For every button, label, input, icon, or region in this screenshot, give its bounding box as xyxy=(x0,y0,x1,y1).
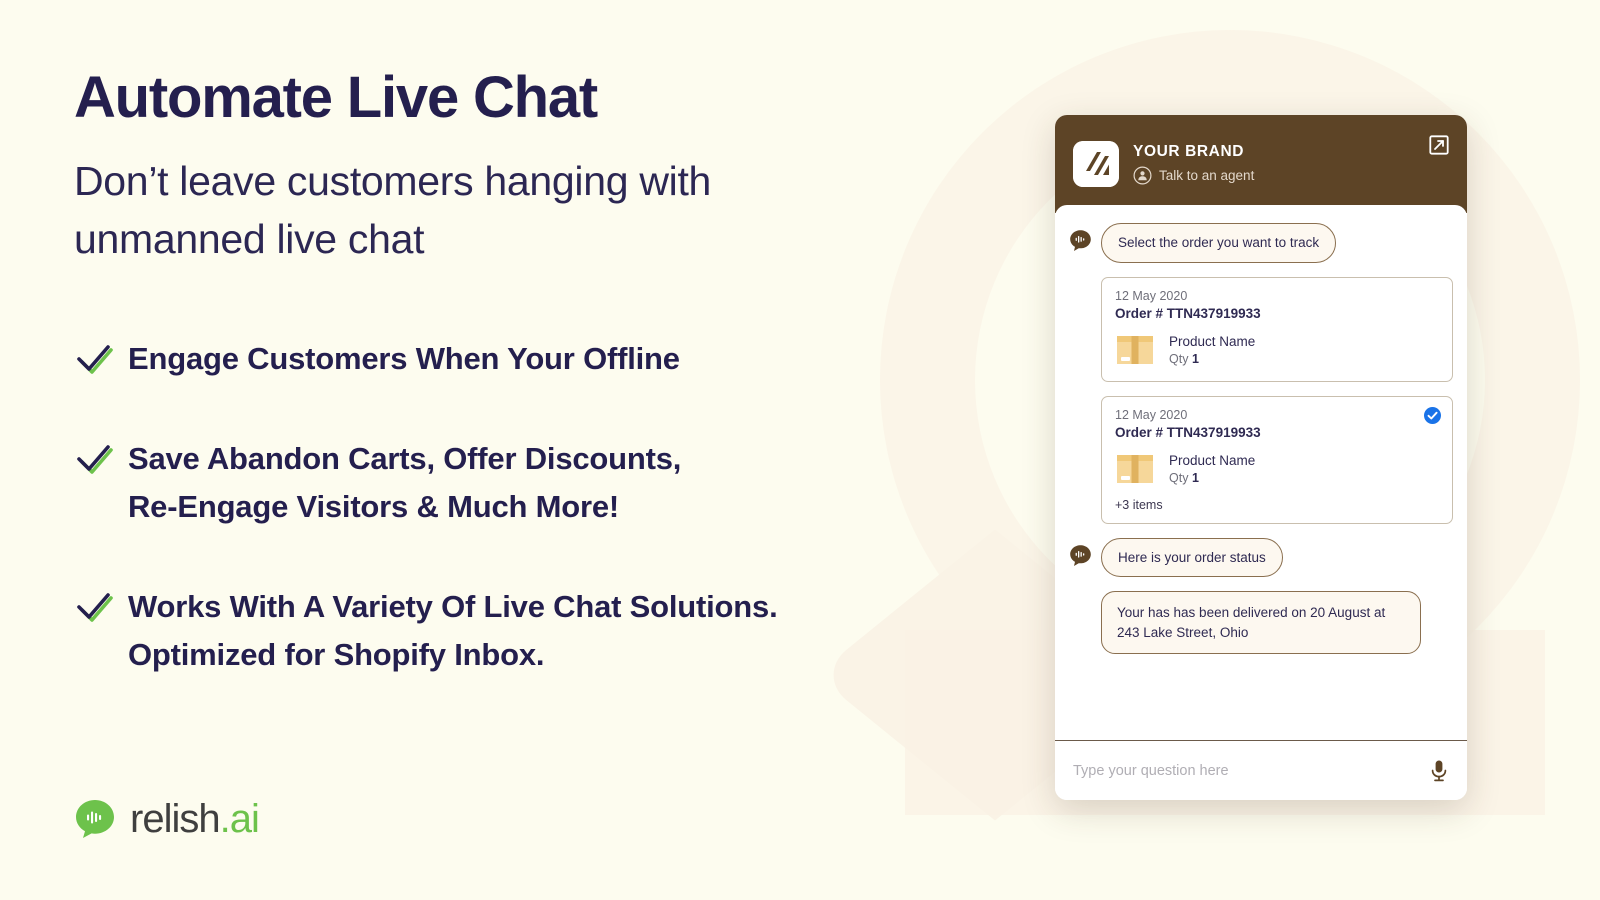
chat-widget: YOUR BRAND Talk to an agent Select the o… xyxy=(1055,115,1467,800)
speech-bubble-waveform-icon xyxy=(74,798,116,840)
hero-content: Automate Live Chat Don’t leave customers… xyxy=(74,0,994,900)
bot-speech-bubble-icon xyxy=(1069,544,1092,567)
list-item: Save Abandon Carts, Offer Discounts, Re-… xyxy=(74,435,994,531)
list-item-label: Save Abandon Carts, Offer Discounts, Re-… xyxy=(128,441,682,525)
order-product-row: Product Name Qty 1 xyxy=(1115,330,1439,370)
order-product-row: Product Name Qty 1 xyxy=(1115,449,1439,489)
list-item: Engage Customers When Your Offline xyxy=(74,335,994,383)
order-number: Order # TTN437919933 xyxy=(1115,424,1261,440)
relish-logo: relish.ai xyxy=(74,797,260,841)
chat-message-bot: Select the order you want to track xyxy=(1069,223,1453,263)
product-qty: Qty 1 xyxy=(1169,351,1199,366)
agent-status-label: Talk to an agent xyxy=(1159,168,1255,183)
list-item: Works With A Variety Of Live Chat Soluti… xyxy=(74,583,994,679)
bot-speech-bubble-icon xyxy=(1069,229,1092,252)
order-date: 12 May 2020 xyxy=(1115,288,1188,303)
order-card[interactable]: 12 May 2020 Order # TTN437919933 Product… xyxy=(1101,276,1453,382)
list-item-label: Engage Customers When Your Offline xyxy=(128,341,680,376)
product-name: Product Name xyxy=(1169,333,1256,349)
package-box-icon xyxy=(1115,330,1155,370)
feature-list: Engage Customers When Your Offline Save … xyxy=(74,335,994,731)
logo-wordmark: relish.ai xyxy=(130,797,260,841)
chat-widget-header: YOUR BRAND Talk to an agent xyxy=(1055,115,1467,213)
chat-input-bar xyxy=(1055,740,1467,800)
selected-check-badge xyxy=(1424,406,1441,424)
check-icon xyxy=(74,439,114,479)
chat-input[interactable] xyxy=(1073,762,1429,779)
product-name: Product Name xyxy=(1169,452,1256,468)
product-qty: Qty 1 xyxy=(1169,470,1199,485)
brand-slashes-logo xyxy=(1073,141,1119,187)
order-number: Order # TTN437919933 xyxy=(1115,305,1261,321)
chat-bubble-delivery-detail: Your has has been delivered on 20 August… xyxy=(1101,591,1421,655)
logo-name: relish xyxy=(130,797,221,841)
order-date: 12 May 2020 xyxy=(1115,407,1188,422)
more-items-label: +3 items xyxy=(1115,497,1163,512)
chat-message-list: Select the order you want to track 12 Ma… xyxy=(1055,205,1467,740)
check-icon xyxy=(74,587,114,627)
order-card[interactable]: 12 May 2020 Order # TTN437919933 Product… xyxy=(1101,395,1453,524)
agent-avatar-icon xyxy=(1133,166,1152,185)
page-subtitle: Don’t leave customers hanging with unman… xyxy=(74,158,712,263)
list-item-label: Works With A Variety Of Live Chat Soluti… xyxy=(128,589,778,673)
brand-name: YOUR BRAND xyxy=(1133,143,1245,160)
promo-banner: Automate Live Chat Don’t leave customers… xyxy=(0,0,1600,900)
chat-bubble-text: Select the order you want to track xyxy=(1101,223,1337,263)
package-box-icon xyxy=(1115,449,1155,489)
microphone-icon[interactable] xyxy=(1429,759,1449,783)
expand-arrow-icon[interactable] xyxy=(1429,135,1449,155)
chat-bubble-text: Here is your order status xyxy=(1101,537,1283,578)
logo-suffix: .ai xyxy=(219,797,260,841)
chat-message-bot: Here is your order status xyxy=(1069,537,1453,578)
page-title: Automate Live Chat xyxy=(74,65,598,130)
check-icon xyxy=(74,339,114,379)
